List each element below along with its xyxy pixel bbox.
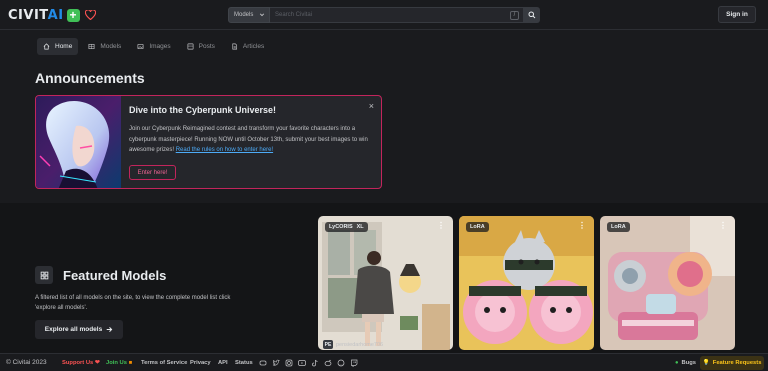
lightbulb-icon: 💡 xyxy=(702,360,710,366)
card-creator[interactable]: PE pensiedarhome706 xyxy=(323,340,383,349)
nav-posts-label: Posts xyxy=(198,43,215,50)
twitter-icon[interactable] xyxy=(272,359,280,367)
chevron-down-icon xyxy=(259,13,265,17)
support-us-link[interactable]: Support Us ❤ xyxy=(62,360,100,366)
search-input[interactable]: Search Civitai / xyxy=(270,7,524,23)
feature-requests-label: Feature Requests xyxy=(712,360,762,366)
search-button[interactable] xyxy=(524,7,540,23)
grid-icon xyxy=(35,266,53,284)
model-base-label: XL xyxy=(356,224,364,230)
nav-images-label: Images xyxy=(149,43,171,50)
reddit-icon[interactable] xyxy=(324,359,332,367)
creator-username: pensiedarhome706 xyxy=(336,341,384,348)
social-links xyxy=(259,359,358,367)
heart-icon[interactable] xyxy=(84,9,96,22)
bugs-label: Bugs xyxy=(681,359,697,366)
signin-button[interactable]: Sign in xyxy=(718,6,756,23)
nav-articles[interactable]: Articles xyxy=(225,38,270,55)
search-bar: Models Search Civitai / xyxy=(228,7,540,23)
model-card[interactable]: LoRA ⋮ xyxy=(600,216,735,350)
model-card[interactable]: LyCORIS XL ⋮ PE pensiedarhome706 xyxy=(318,216,453,350)
search-category-select[interactable]: Models xyxy=(228,7,270,23)
youtube-icon[interactable] xyxy=(298,359,306,367)
model-type-label: LyCORIS xyxy=(329,224,353,230)
model-card-image xyxy=(459,216,594,350)
tiktok-icon[interactable] xyxy=(311,359,319,367)
nav-home-label: Home xyxy=(55,43,73,50)
nav-models[interactable]: Models xyxy=(82,38,127,55)
search-category-label: Models xyxy=(234,12,254,18)
cyberpunk-announcement-image xyxy=(36,96,121,188)
join-us-link[interactable]: Join Us ■ xyxy=(106,360,132,366)
model-type-label: LoRA xyxy=(611,224,626,230)
discord-icon[interactable] xyxy=(259,359,267,367)
model-type-badge: LoRA xyxy=(607,222,630,232)
home-icon xyxy=(43,43,50,50)
api-link[interactable]: API xyxy=(218,360,228,366)
article-icon xyxy=(232,43,237,50)
explore-all-models-label: Explore all models xyxy=(44,326,103,333)
model-type-label: LoRA xyxy=(470,224,485,230)
search-shortcut-key: / xyxy=(510,11,519,20)
layers-icon xyxy=(88,43,95,50)
search-placeholder: Search Civitai xyxy=(275,12,313,18)
model-card[interactable]: LoRA ⋮ xyxy=(459,216,594,350)
featured-models-heading: Featured Models xyxy=(63,268,167,283)
announcement-body: Join our Cyberpunk Reimagined contest an… xyxy=(129,124,377,156)
civitai-logo[interactable]: CIVITAI + xyxy=(8,8,96,23)
support-us-label: Support Us xyxy=(62,359,94,366)
create-plus-icon[interactable]: + xyxy=(66,9,80,22)
avatar: PE xyxy=(323,340,333,349)
nav-images[interactable]: Images xyxy=(131,38,176,55)
arrow-right-icon xyxy=(106,327,113,332)
nav-articles-label: Articles xyxy=(242,43,265,50)
model-card-image xyxy=(600,216,735,350)
privacy-link[interactable]: Privacy xyxy=(190,360,211,366)
footer: © Civitai 2023 Support Us ❤ Join Us ■ Te… xyxy=(0,353,768,371)
announcement-title: Dive into the Cyberpunk Universe! xyxy=(129,105,277,115)
close-icon[interactable]: × xyxy=(369,101,374,111)
featured-description: A filtered list of all models on the sit… xyxy=(35,295,231,311)
more-options-icon[interactable]: ⋮ xyxy=(437,221,445,230)
posts-icon xyxy=(187,43,194,50)
search-icon xyxy=(528,11,536,19)
briefcase-icon: ■ xyxy=(128,359,133,366)
photo-icon xyxy=(137,43,144,50)
twitch-icon[interactable] xyxy=(350,359,358,367)
enter-here-button[interactable]: Enter here! xyxy=(129,165,176,180)
more-options-icon[interactable]: ⋮ xyxy=(719,221,727,230)
nav-home[interactable]: Home xyxy=(37,38,79,55)
terms-link[interactable]: Terms of Service xyxy=(141,360,187,366)
announcements-heading: Announcements xyxy=(35,70,145,86)
copyright: © Civitai 2023 xyxy=(6,359,47,366)
bugs-link[interactable]: ● Bugs xyxy=(675,360,696,366)
feature-requests-button[interactable]: 💡 Feature Requests xyxy=(700,356,764,370)
model-type-badge: LyCORIS XL xyxy=(325,222,368,232)
nav-posts[interactable]: Posts xyxy=(181,38,221,55)
top-header: CIVITAI + Models Search Civitai / Sign i… xyxy=(0,0,768,30)
nav-models-label: Models xyxy=(100,43,122,50)
status-link[interactable]: Status xyxy=(235,360,253,366)
home-nav: Home Models Images Posts Articles xyxy=(37,38,270,55)
join-us-label: Join Us xyxy=(106,359,127,366)
model-card-image xyxy=(318,216,453,350)
logo-text: CIVITAI xyxy=(8,8,64,23)
heart-icon: ❤ xyxy=(94,359,100,366)
model-type-badge: LoRA xyxy=(466,222,489,232)
explore-all-models-button[interactable]: Explore all models xyxy=(35,320,123,339)
announcement-card: Dive into the Cyberpunk Universe! Join o… xyxy=(35,95,382,189)
bug-icon: ● xyxy=(675,359,679,366)
more-options-icon[interactable]: ⋮ xyxy=(578,221,586,230)
instagram-icon[interactable] xyxy=(285,359,293,367)
rules-link[interactable]: Read the rules on how to enter here! xyxy=(176,147,273,153)
github-icon[interactable] xyxy=(337,359,345,367)
